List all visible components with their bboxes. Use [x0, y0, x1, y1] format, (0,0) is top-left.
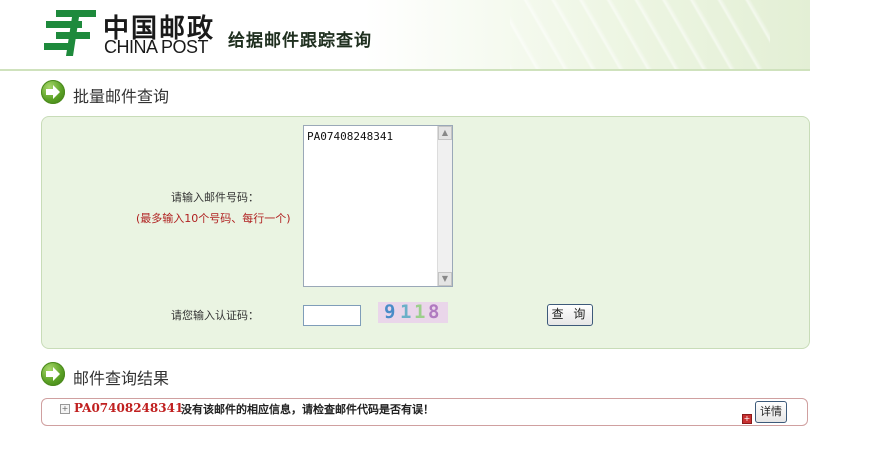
page-header: 中国邮政 CHINA POST 给据邮件跟踪查询	[0, 0, 810, 71]
page-title: 给据邮件跟踪查询	[228, 31, 372, 51]
captcha-char: 1	[414, 301, 426, 323]
mail-number-textarea[interactable]: PA07408248341 ▲ ▼	[303, 125, 453, 287]
detail-button[interactable]: 详情	[755, 401, 787, 423]
captcha-char: 8	[428, 301, 440, 323]
mail-number-value: PA07408248341	[307, 130, 394, 143]
result-mail-number: PA07408248341	[74, 401, 184, 415]
china-post-logo-icon	[44, 10, 96, 56]
scroll-down-icon[interactable]: ▼	[438, 272, 452, 286]
query-button[interactable]: 查 询	[547, 304, 593, 326]
captcha-image[interactable]: 9 1 1 8	[378, 301, 448, 323]
captcha-char: 9	[384, 301, 396, 323]
mail-number-label: 请输入邮件号码：	[171, 191, 259, 204]
captcha-label: 请您输入认证码：	[171, 309, 259, 322]
green-arrow-icon	[41, 80, 65, 104]
captcha-input[interactable]	[303, 305, 361, 326]
captcha-char: 1	[400, 301, 412, 323]
textarea-scrollbar[interactable]: ▲ ▼	[437, 126, 452, 286]
result-message: 没有该邮件的相应信息，请检查邮件代码是否有误！	[181, 403, 434, 416]
mail-number-hint: (最多输入10个号码、每行一个)	[136, 212, 291, 225]
expand-red-icon[interactable]: +	[742, 414, 752, 424]
batch-query-title: 批量邮件查询	[73, 87, 170, 106]
scroll-up-icon[interactable]: ▲	[438, 126, 452, 140]
logo-en-text: CHINA POST	[104, 37, 209, 57]
green-arrow-icon	[41, 362, 65, 386]
result-title: 邮件查询结果	[73, 369, 170, 388]
expand-icon[interactable]: +	[60, 404, 70, 414]
